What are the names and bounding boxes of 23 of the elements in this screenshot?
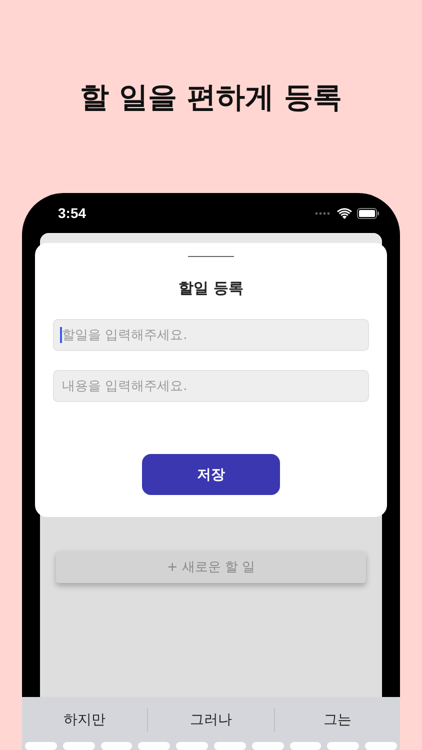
keyboard-key[interactable] xyxy=(25,742,57,750)
headline: 할 일을 편하게 등록 xyxy=(80,79,342,116)
keyboard-key[interactable] xyxy=(138,742,170,750)
suggestion-item[interactable]: 그는 xyxy=(274,710,400,728)
keyboard-key[interactable] xyxy=(62,742,95,750)
signal-icon xyxy=(315,212,332,214)
wifi-icon xyxy=(337,208,352,218)
keyboard-key[interactable] xyxy=(100,742,132,750)
keyboard-key[interactable] xyxy=(176,742,208,750)
sheet-handle[interactable] xyxy=(188,256,234,257)
suggestion-item[interactable]: 하지만 xyxy=(22,710,148,728)
battery-icon xyxy=(357,208,380,218)
keyboard-key[interactable] xyxy=(252,742,284,750)
keyboard-key[interactable] xyxy=(290,742,322,750)
sheet-title: 할일 등록 xyxy=(178,279,244,298)
save-button[interactable]: 저장 xyxy=(142,454,280,495)
input-field[interactable]: 내용을 입력해주세요. xyxy=(53,370,369,402)
keyboard-key[interactable] xyxy=(327,742,360,750)
suggestion-item[interactable]: 그러나 xyxy=(148,710,274,728)
status-time: 3:54 xyxy=(58,205,86,221)
keyboard-key[interactable] xyxy=(365,742,397,750)
keyboard-key[interactable] xyxy=(214,742,246,750)
input-field[interactable]: 할일을 입력해주세요. xyxy=(53,319,369,351)
